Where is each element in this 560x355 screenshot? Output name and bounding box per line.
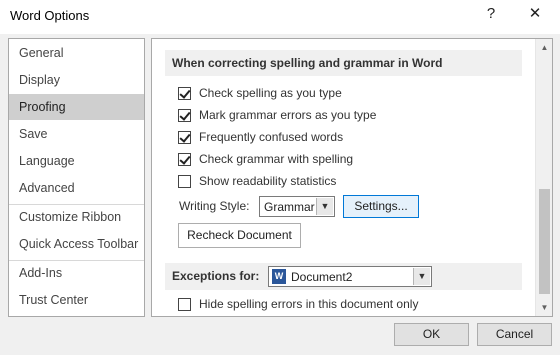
close-button[interactable]: ✕ [520,2,550,26]
exceptions-label: Exceptions for: [172,269,260,283]
scroll-up-icon[interactable]: ▲ [536,39,553,56]
checkbox[interactable] [178,109,191,122]
sidebar-item-advanced[interactable]: Advanced [9,175,144,201]
option-label: Hide spelling errors in this document on… [199,297,419,311]
checkbox[interactable] [178,131,191,144]
option-label: Frequently confused words [199,130,344,144]
sidebar-item-trust-center[interactable]: Trust Center [9,287,144,313]
writing-style-value: Grammar [264,200,315,214]
checkbox[interactable] [178,298,191,311]
content-scrollbar[interactable]: ▲ ▼ [535,39,552,316]
checkbox[interactable] [178,153,191,166]
window-title: Word Options [10,8,90,23]
scroll-down-icon[interactable]: ▼ [536,299,553,316]
sidebar-item-quick-access-toolbar[interactable]: Quick Access Toolbar [9,231,144,257]
option-label: Mark grammar errors as you type [199,108,377,122]
writing-style-label: Writing Style: [179,199,250,213]
option-label: Show readability statistics [199,174,337,188]
sidebar-item-language[interactable]: Language [9,148,144,174]
cancel-button[interactable]: Cancel [477,323,552,346]
word-document-icon: W [272,269,286,284]
scrollbar-thumb[interactable] [539,189,550,294]
sidebar-item-add-ins[interactable]: Add-Ins [9,260,144,286]
sidebar-item-display[interactable]: Display [9,67,144,93]
checkbox[interactable] [178,175,191,188]
chevron-down-icon: ▼ [413,268,430,285]
option-label: Check grammar with spelling [199,152,354,166]
sidebar-item-general[interactable]: General [9,40,144,66]
recheck-document-button[interactable]: Recheck Document [178,223,301,248]
writing-style-select[interactable]: Grammar ▼ [259,196,335,217]
exceptions-document-select[interactable]: W Document2 ▼ [268,266,432,287]
title-bar: Word Options ? ✕ [0,0,560,34]
section-title: When correcting spelling and grammar in … [165,50,522,76]
settings-button[interactable]: Settings... [343,195,419,218]
ok-button[interactable]: OK [394,323,469,346]
help-button[interactable]: ? [479,2,503,26]
exceptions-document-value: Document2 [291,270,353,284]
proofing-panel: When correcting spelling and grammar in … [151,38,553,317]
chevron-down-icon: ▼ [316,198,333,215]
sidebar-item-save[interactable]: Save [9,121,144,147]
option-label: Check spelling as you type [199,86,342,100]
checkbox[interactable] [178,87,191,100]
options-sidebar: General Display Proofing Save Language A… [8,38,145,317]
sidebar-item-customize-ribbon[interactable]: Customize Ribbon [9,204,144,230]
sidebar-item-proofing[interactable]: Proofing [9,94,144,120]
